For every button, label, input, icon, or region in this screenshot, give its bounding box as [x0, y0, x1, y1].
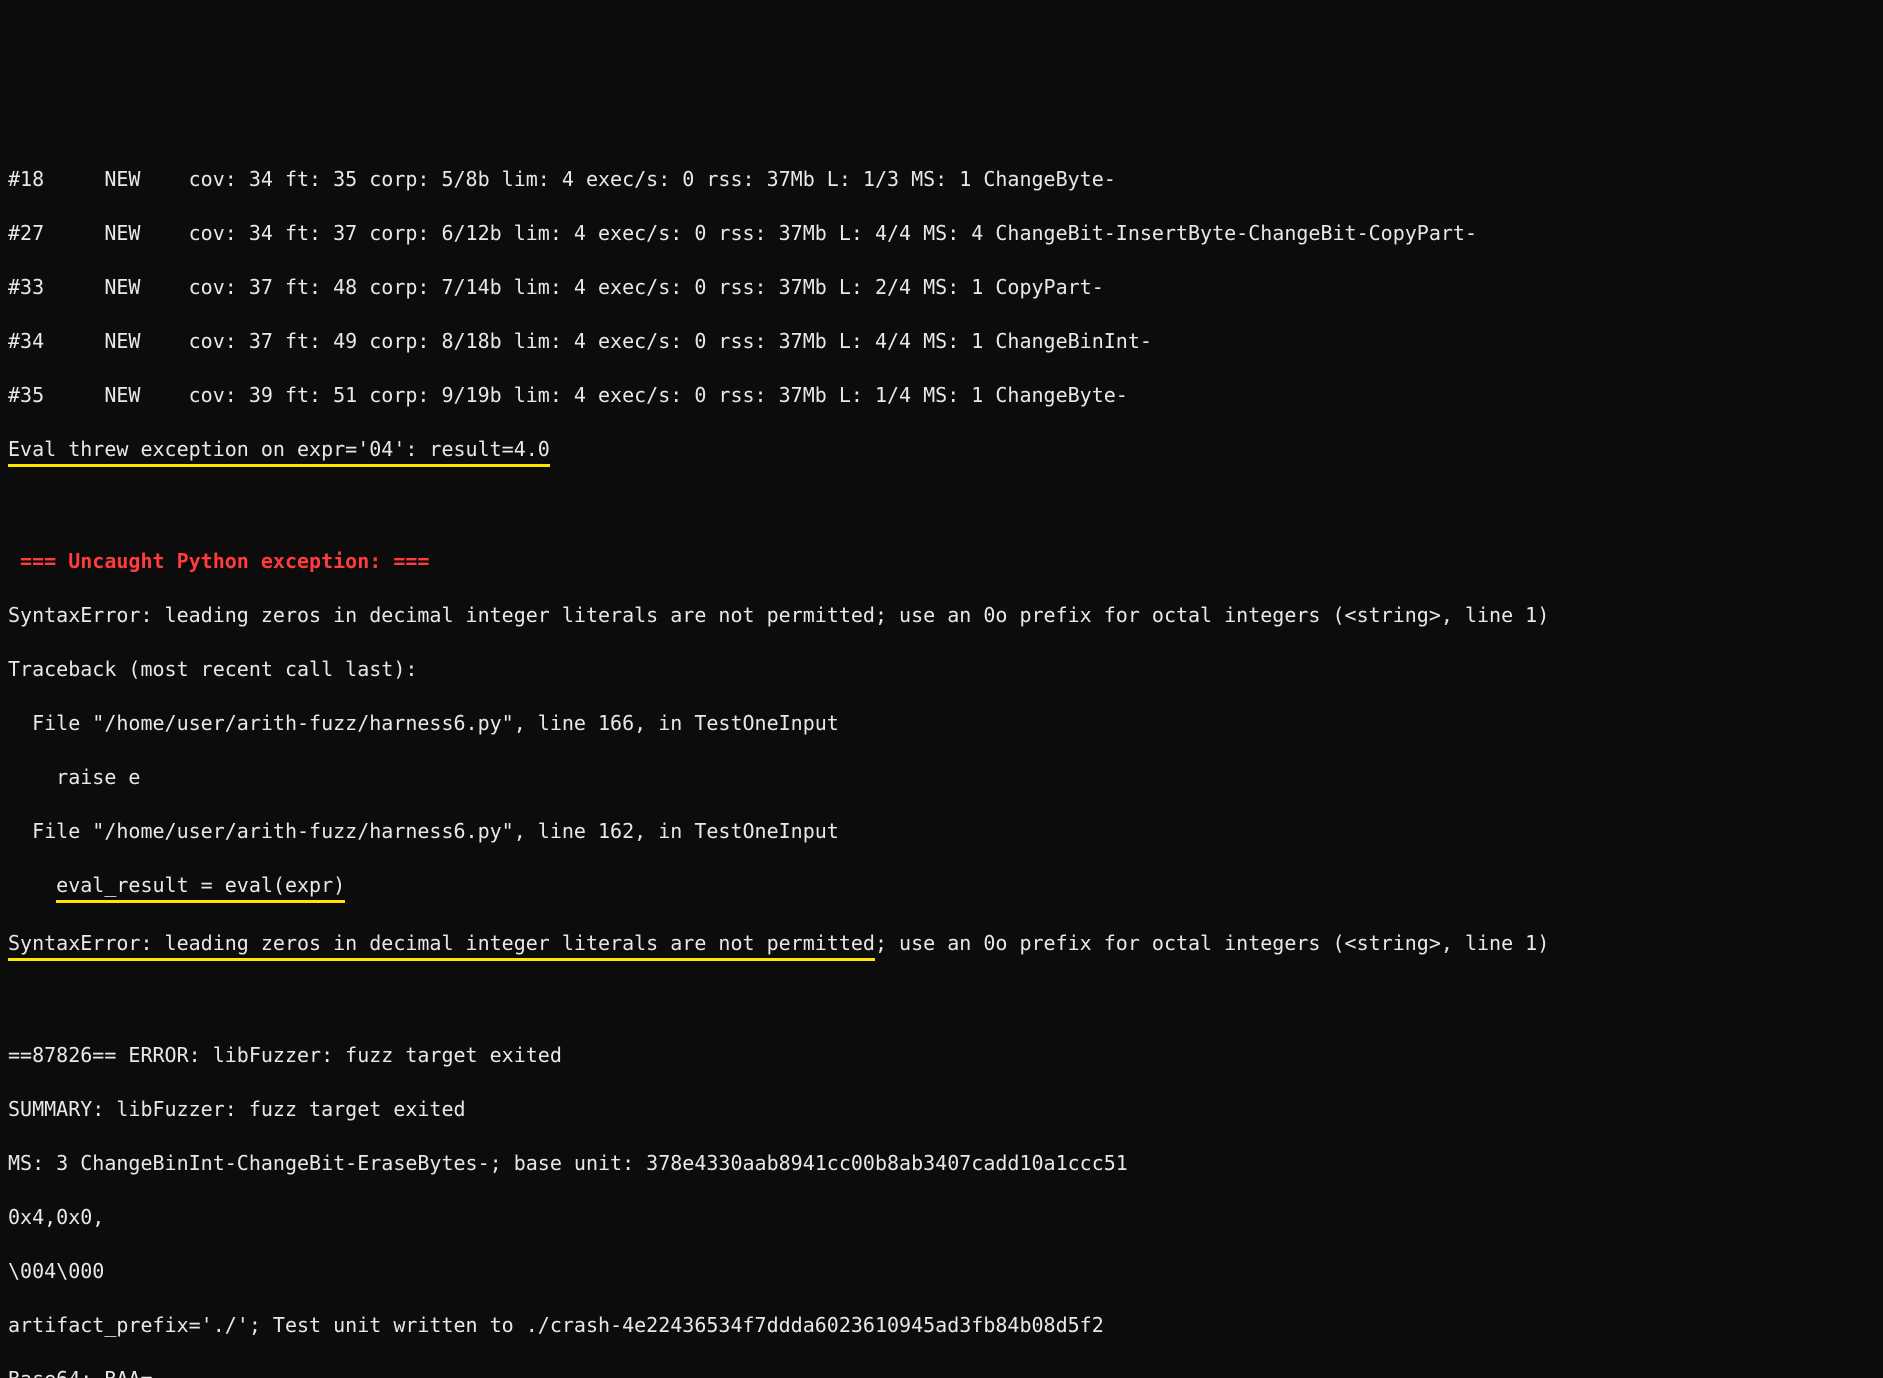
raw-bytes-line: \004\000: [8, 1258, 1875, 1285]
artifact-line: artifact_prefix='./'; Test unit written …: [8, 1312, 1875, 1339]
hex-bytes-line: 0x4,0x0,: [8, 1204, 1875, 1231]
fuzz-stat-line: #33 NEW cov: 37 ft: 48 corp: 7/14b lim: …: [8, 274, 1875, 301]
indent: [8, 873, 56, 897]
traceback-header: Traceback (most recent call last):: [8, 656, 1875, 683]
traceback-code-line: eval_result = eval(expr): [8, 872, 1875, 903]
mutation-sequence-line: MS: 3 ChangeBinInt-ChangeBit-EraseBytes-…: [8, 1150, 1875, 1177]
eval-call-highlight: eval_result = eval(expr): [56, 872, 345, 903]
terminal-output: #18 NEW cov: 34 ft: 35 corp: 5/8b lim: 4…: [0, 135, 1883, 1378]
blank-line: [8, 988, 1875, 1015]
syntax-error-highlight: SyntaxError: leading zeros in decimal in…: [8, 930, 875, 961]
eval-exception-line: Eval threw exception on expr='04': resul…: [8, 436, 1875, 467]
eval-exception-highlight: Eval threw exception on expr='04': resul…: [8, 436, 550, 467]
fuzz-stat-line: #34 NEW cov: 37 ft: 49 corp: 8/18b lim: …: [8, 328, 1875, 355]
uncaught-exception-header: === Uncaught Python exception: ===: [8, 548, 1875, 575]
libfuzzer-summary-line: SUMMARY: libFuzzer: fuzz target exited: [8, 1096, 1875, 1123]
traceback-file-line: File "/home/user/arith-fuzz/harness6.py"…: [8, 818, 1875, 845]
traceback-code-line: raise e: [8, 764, 1875, 791]
base64-line: Base64: BAA=: [8, 1366, 1875, 1378]
fuzz-stat-line: #27 NEW cov: 34 ft: 37 corp: 6/12b lim: …: [8, 220, 1875, 247]
fuzz-stat-line: #35 NEW cov: 39 ft: 51 corp: 9/19b lim: …: [8, 382, 1875, 409]
libfuzzer-error-line: ==87826== ERROR: libFuzzer: fuzz target …: [8, 1042, 1875, 1069]
traceback-file-line: File "/home/user/arith-fuzz/harness6.py"…: [8, 710, 1875, 737]
syntax-error-rest: ; use an 0o prefix for octal integers (<…: [875, 931, 1549, 955]
fuzz-stat-line: #18 NEW cov: 34 ft: 35 corp: 5/8b lim: 4…: [8, 166, 1875, 193]
syntax-error-line: SyntaxError: leading zeros in decimal in…: [8, 930, 1875, 961]
blank-line: [8, 494, 1875, 521]
syntax-error-line: SyntaxError: leading zeros in decimal in…: [8, 602, 1875, 629]
